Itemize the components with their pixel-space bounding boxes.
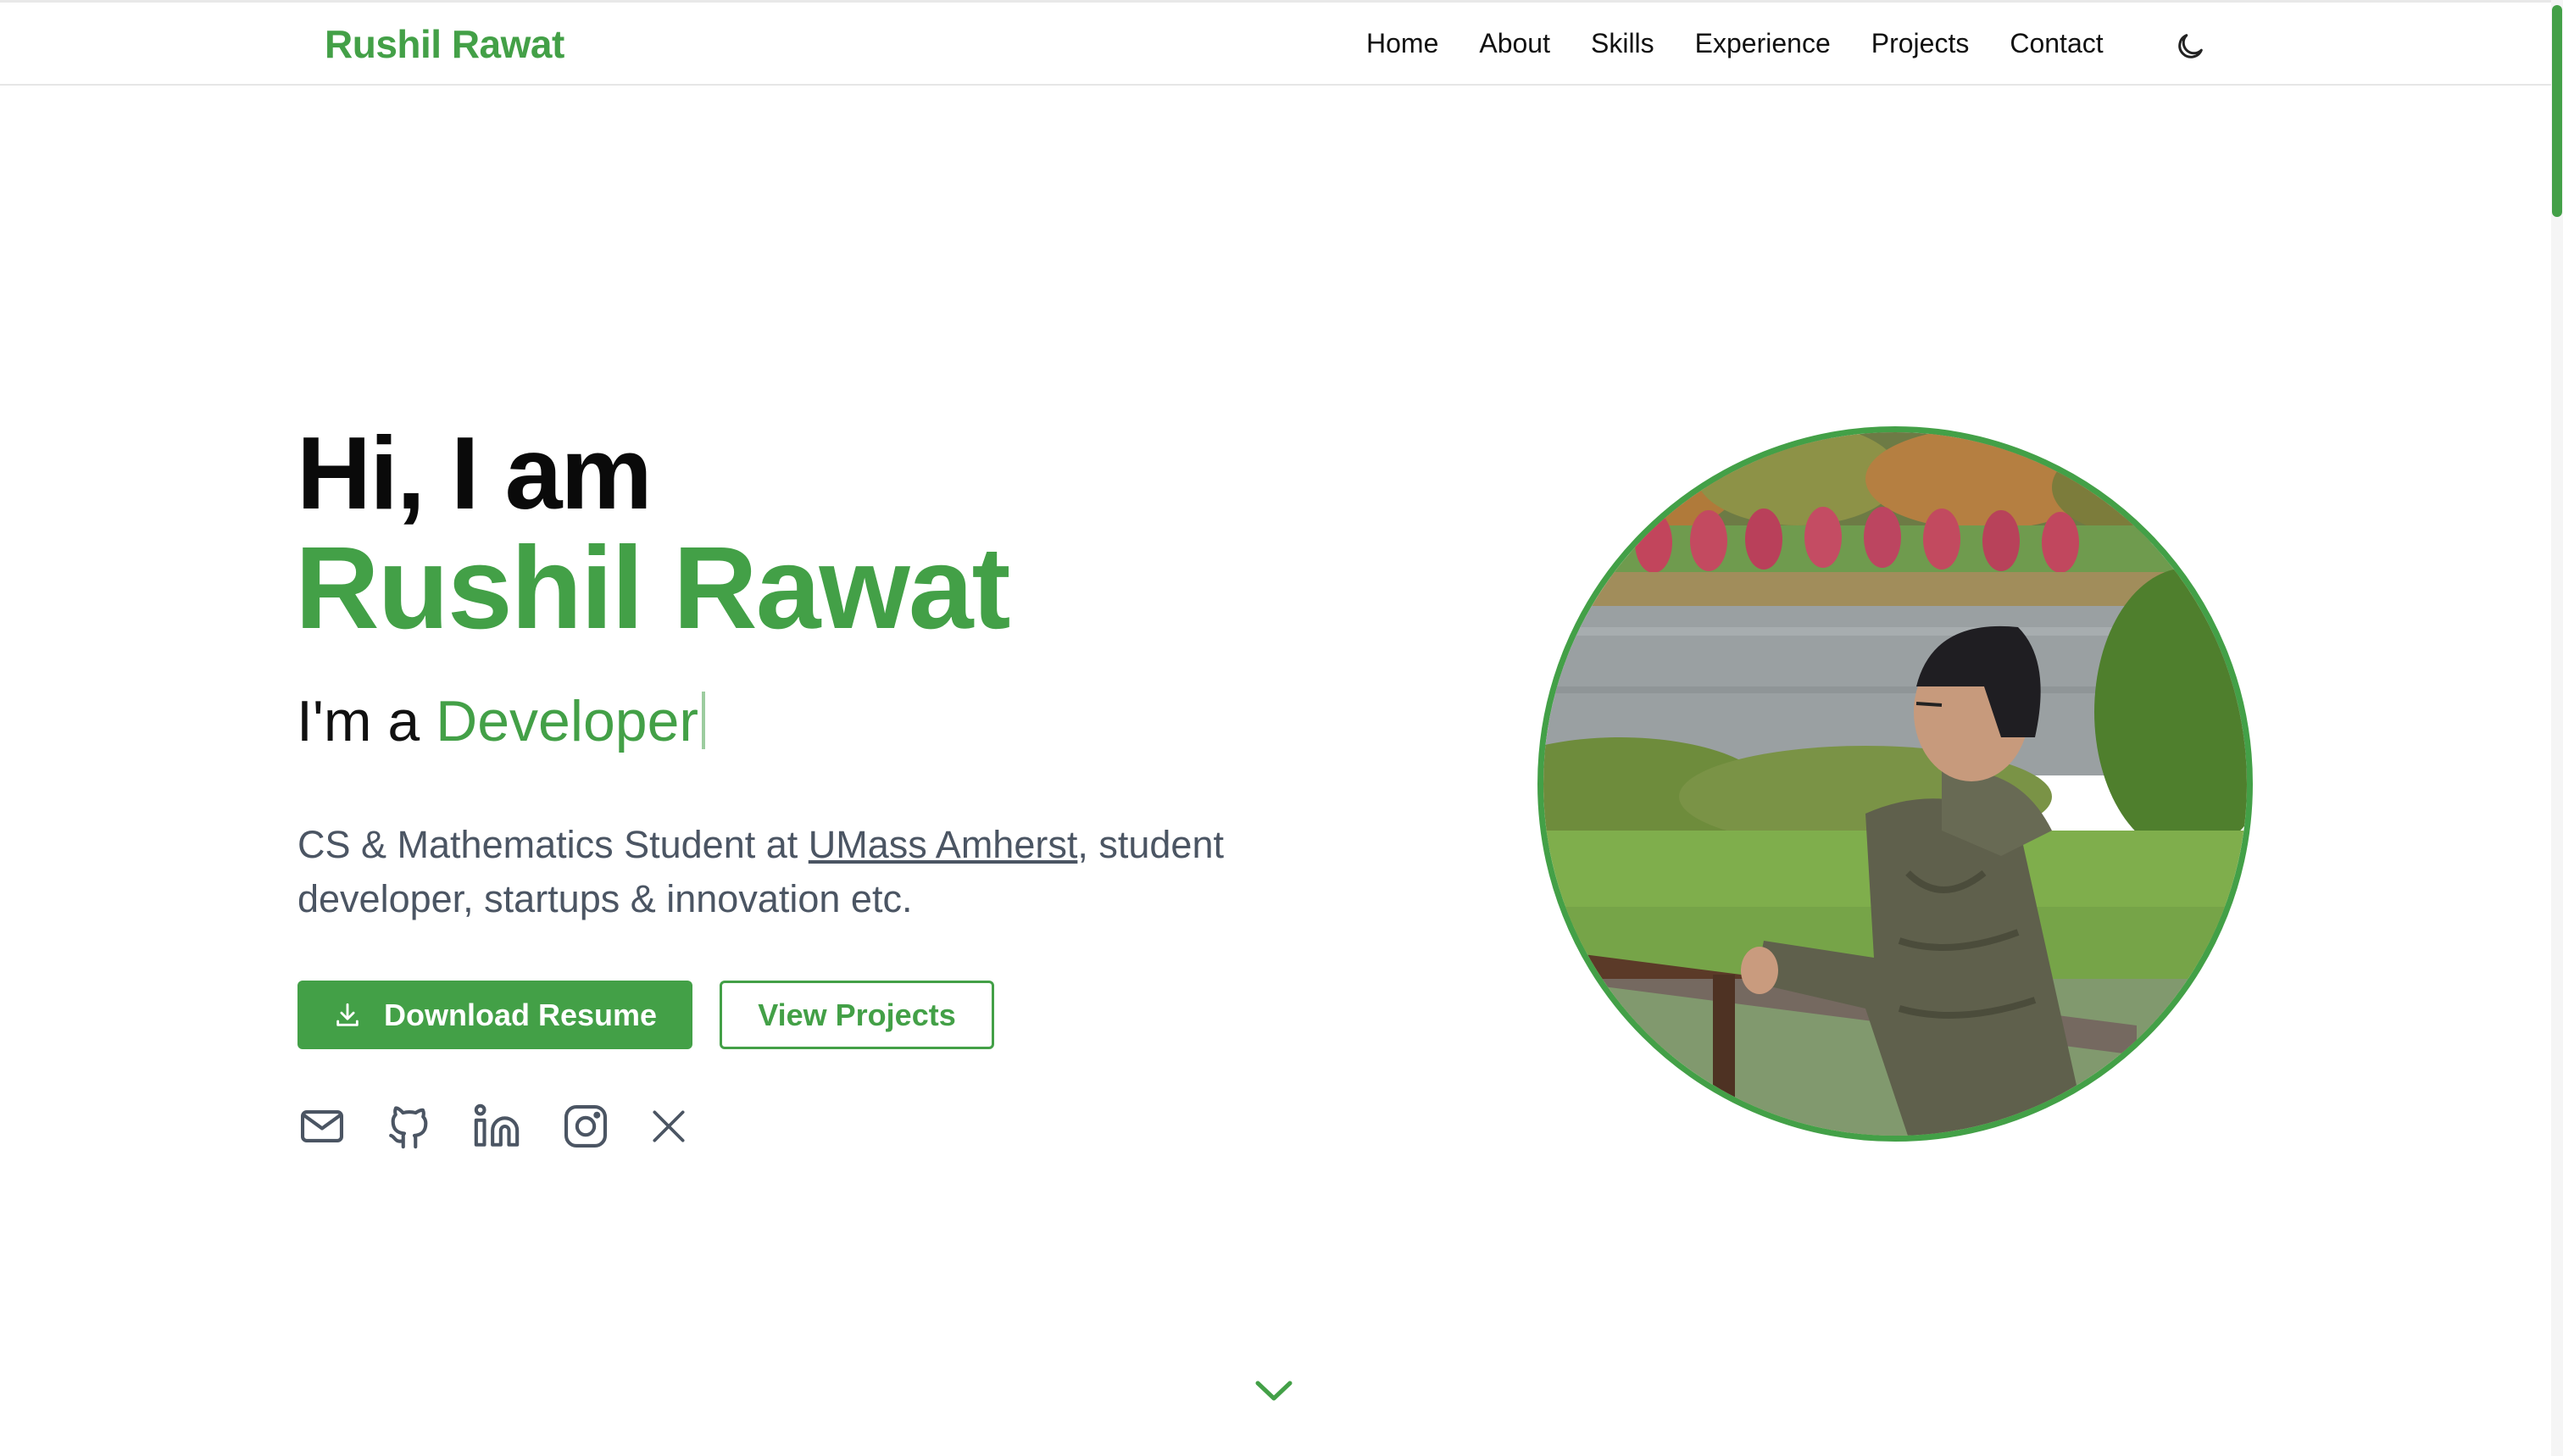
- hero-name: Rushil Rawat: [295, 523, 1010, 653]
- umass-link[interactable]: UMass Amherst: [809, 823, 1078, 866]
- moon-icon[interactable]: [2173, 30, 2207, 64]
- description-text-1: CS & Mathematics Student at: [297, 823, 809, 866]
- nav-about[interactable]: About: [1479, 28, 1550, 59]
- x-icon[interactable]: [648, 1102, 697, 1151]
- chevron-down-icon[interactable]: [1253, 1376, 1295, 1405]
- scrollbar-track[interactable]: [2551, 0, 2563, 1456]
- role-typed: Developer: [436, 689, 699, 753]
- scrollbar-thumb[interactable]: [2552, 5, 2562, 217]
- typing-cursor: [702, 692, 706, 749]
- nav-experience[interactable]: Experience: [1695, 28, 1831, 59]
- download-resume-label: Download Resume: [383, 997, 658, 1032]
- hero-description: CS & Mathematics Student at UMass Amhers…: [297, 818, 1298, 926]
- mail-icon[interactable]: [297, 1102, 347, 1151]
- portfolio-page: Rushil Rawat Home About Skills Experienc…: [0, 0, 2563, 1456]
- download-resume-button[interactable]: Download Resume: [297, 981, 692, 1049]
- github-icon[interactable]: [385, 1102, 434, 1151]
- view-projects-button[interactable]: View Projects: [720, 981, 994, 1049]
- hero-role: I'm a Developer: [297, 688, 706, 754]
- linkedin-icon[interactable]: [472, 1102, 521, 1151]
- nav-skills[interactable]: Skills: [1591, 28, 1654, 59]
- role-prefix: I'm a: [297, 689, 436, 753]
- navbar: Rushil Rawat Home About Skills Experienc…: [0, 3, 2551, 86]
- view-projects-label: View Projects: [758, 997, 956, 1032]
- nav-links: Home About Skills Experience Projects Co…: [1366, 28, 2144, 59]
- nav-home[interactable]: Home: [1366, 28, 1438, 59]
- brand-logo[interactable]: Rushil Rawat: [325, 21, 564, 67]
- profile-photo: [1537, 426, 2253, 1142]
- nav-projects[interactable]: Projects: [1871, 28, 1970, 59]
- hero-greeting: Hi, I am: [297, 415, 653, 531]
- nav-contact[interactable]: Contact: [2010, 28, 2103, 59]
- download-icon: [336, 1003, 359, 1026]
- instagram-icon[interactable]: [561, 1102, 610, 1151]
